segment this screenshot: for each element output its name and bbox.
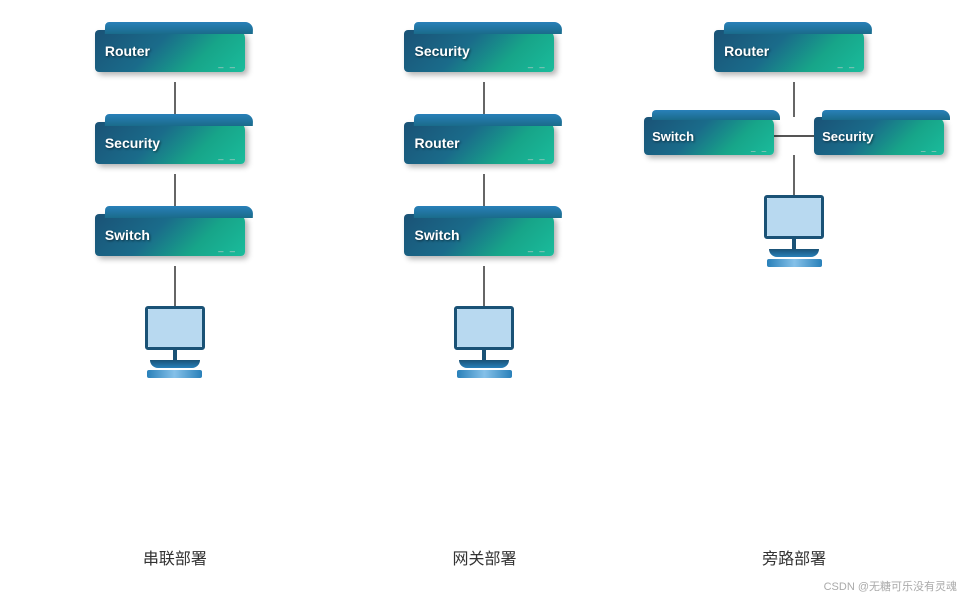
device-router-2: Router [404,122,564,174]
monitor-stand-3 [792,239,796,249]
monitor-stand-2 [482,350,486,360]
device-switch-1: Switch [95,214,255,266]
monitor-base-3 [769,249,819,257]
security-label-1: Security [105,135,160,151]
computer-2 [454,306,514,378]
monitor-base-2 [459,360,509,368]
router-label-1: Router [105,43,150,59]
device-security-1: Security [95,122,255,174]
monitor-screen-3 [767,198,821,236]
device-security-3: Security [814,117,944,155]
diagram-gateway: Security Router Switch [374,30,594,378]
connector-2-3 [483,266,485,306]
monitor-2 [454,306,514,350]
connector-3-1 [793,82,795,117]
monitor-base-1 [150,360,200,368]
captions-row: 串联部署 网关部署 旁路部署 [0,540,969,569]
switch-label-2: Switch [414,227,459,243]
router-label-3: Router [724,43,769,59]
device-router-1: Router [95,30,255,82]
keyboard-3 [767,259,822,267]
watermark: CSDN @无糖可乐没有灵魂 [824,578,957,594]
caption-serial: 串联部署 [65,545,285,569]
keyboard-1 [147,370,202,378]
router-label-2: Router [414,135,459,151]
diagram-bypass: Router Switch Security [684,30,904,267]
monitor-3 [764,195,824,239]
computer-3 [764,195,824,267]
device-switch-2: Switch [404,214,564,266]
device-router-3: Router [714,30,874,82]
caption-bypass: 旁路部署 [684,545,904,569]
switch-label-1: Switch [105,227,150,243]
switch-label-3: Switch [652,129,694,144]
device-security-2: Security [404,30,564,82]
monitor-screen-1 [148,309,202,347]
diagrams-container: Router Security Switch [0,0,969,540]
keyboard-2 [457,370,512,378]
security-label-3: Security [822,129,873,144]
monitor-screen-2 [457,309,511,347]
monitor-1 [145,306,205,350]
diagram-serial: Router Security Switch [65,30,285,378]
security-label-2: Security [414,43,469,59]
caption-gateway: 网关部署 [374,545,594,569]
connector-1-3 [174,266,176,306]
connector-3-2 [793,155,795,195]
device-switch-3: Switch [644,117,774,155]
connector-3-h [774,135,814,137]
monitor-stand-1 [173,350,177,360]
computer-1 [145,306,205,378]
bypass-horizontal: Switch Security [644,117,944,155]
